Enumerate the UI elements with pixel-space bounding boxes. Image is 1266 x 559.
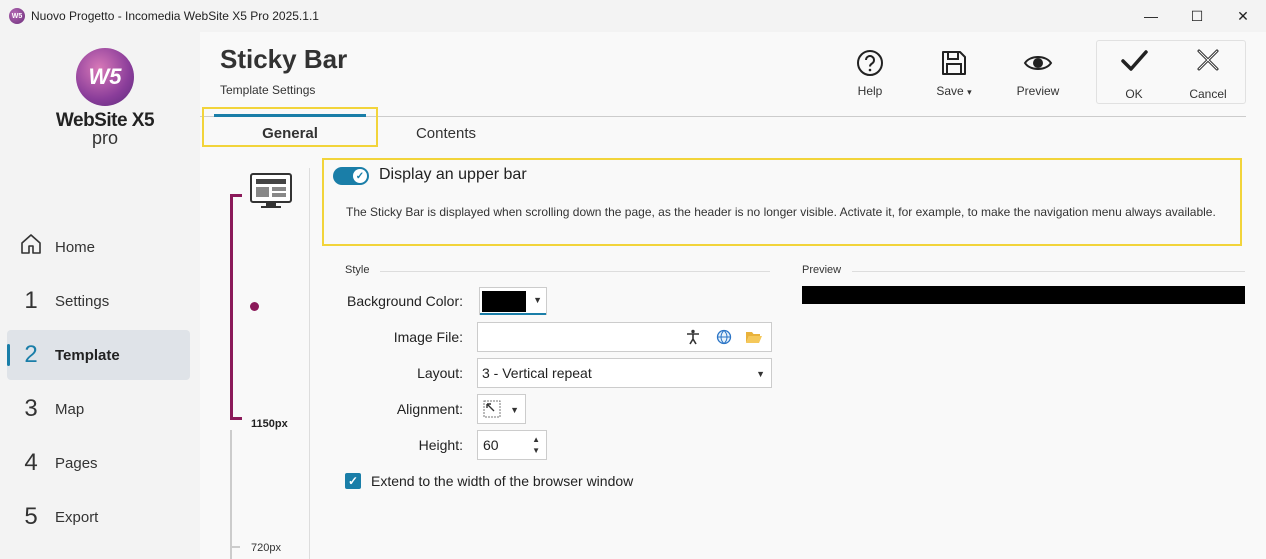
ruler-line (230, 430, 232, 559)
height-value: 60 (483, 437, 499, 453)
maximize-button[interactable]: ☐ (1174, 0, 1220, 32)
save-label: Save (936, 84, 964, 98)
minimize-button[interactable]: — (1128, 0, 1174, 32)
upper-bar-toggle-label: Display an upper bar (379, 166, 527, 183)
section-divider (852, 271, 1245, 272)
height-spinner[interactable]: 60 ▲ ▼ (477, 430, 547, 460)
cancel-button[interactable]: Cancel (1171, 45, 1245, 101)
breakpoint-label-tablet: 720px (251, 542, 281, 554)
ok-label: OK (1125, 87, 1143, 101)
height-label: Height: (418, 437, 463, 453)
chevron-down-icon: ▼ (510, 405, 519, 415)
cancel-label: Cancel (1189, 87, 1227, 101)
accessibility-icon[interactable] (684, 329, 702, 347)
step-number: 1 (24, 287, 38, 314)
save-button[interactable]: Save ▾ (912, 48, 996, 98)
sidebar-item-label: Map (55, 400, 85, 418)
step-number: 5 (24, 503, 38, 530)
background-color-label: Background Color: (347, 293, 463, 309)
page-title: Sticky Bar (220, 44, 348, 74)
sidebar-item-label: Template (55, 346, 120, 364)
tab-label: Contents (415, 125, 477, 142)
background-color-picker[interactable]: ▼ (479, 287, 547, 315)
align-top-left-icon (483, 400, 501, 421)
sidebar-item-template[interactable]: 2 Template (7, 330, 190, 380)
alignment-label: Alignment: (396, 401, 463, 417)
increment-icon[interactable]: ▲ (532, 435, 540, 444)
breakpoint-label-desktop: 1150px (251, 418, 288, 430)
sidebar: W5 WebSite X5 pro Home 1 Settings 2 Temp… (0, 32, 200, 559)
step-navigation: Home 1 Settings 2 Template 3 Map 4 Pages… (7, 222, 190, 546)
preview-section-label: Preview (802, 264, 842, 276)
ok-cancel-group: OK Cancel (1096, 40, 1246, 104)
tab-contents[interactable]: Contents (366, 120, 526, 148)
step-number: 2 (24, 341, 38, 368)
extend-width-checkbox[interactable]: ✓ (345, 473, 361, 489)
breakpoint-ruler: 1150px 720px (220, 168, 310, 559)
chevron-down-icon: ▼ (533, 295, 542, 305)
upper-bar-description: The Sticky Bar is displayed when scrolli… (346, 205, 1216, 219)
ruler-tick (230, 546, 240, 548)
help-label: Help (857, 84, 883, 98)
sidebar-item-export[interactable]: 5 Export (7, 492, 190, 542)
check-icon: ✓ (353, 169, 367, 183)
decrement-icon[interactable]: ▼ (532, 446, 540, 455)
extend-width-label: Extend to the width of the browser windo… (371, 473, 634, 489)
style-section-label: Style (345, 264, 370, 276)
toolbar: Help Save ▾ Preview (828, 48, 1080, 98)
layout-select[interactable]: 3 - Vertical repeat ▼ (477, 358, 772, 388)
help-button[interactable]: Help (828, 48, 912, 98)
sidebar-item-label: Settings (55, 292, 110, 310)
upper-bar-toggle[interactable]: ✓ (333, 167, 369, 185)
window-title: Nuovo Progetto - Incomedia WebSite X5 Pr… (31, 9, 319, 23)
sidebar-item-map[interactable]: 3 Map (7, 384, 190, 434)
breakpoint-handle[interactable] (250, 302, 259, 311)
sidebar-item-label: Pages (55, 454, 98, 472)
layout-label: Layout: (417, 365, 463, 381)
step-number: 4 (24, 449, 38, 476)
app-logo: W5 WebSite X5 pro (50, 48, 160, 148)
logo-mark: W5 (76, 48, 134, 106)
sidebar-item-label: Export (55, 508, 99, 526)
section-divider (380, 271, 770, 272)
check-icon (1121, 50, 1148, 71)
folder-open-icon[interactable] (745, 329, 763, 347)
alignment-select[interactable]: ▼ (477, 394, 526, 424)
breakpoint-range (230, 196, 233, 420)
help-icon (857, 50, 883, 76)
ok-button[interactable]: OK (1097, 45, 1171, 101)
home-icon (7, 232, 55, 263)
image-file-input[interactable] (477, 322, 772, 352)
title-bar: W5 Nuovo Progetto - Incomedia WebSite X5… (0, 0, 1266, 32)
monitor-icon[interactable] (248, 172, 294, 212)
close-window-button[interactable]: ✕ (1220, 0, 1266, 32)
sidebar-item-home[interactable]: Home (7, 222, 190, 272)
sidebar-item-label: Home (55, 238, 96, 256)
eye-icon (1023, 56, 1053, 70)
logo-edition: pro (91, 128, 118, 148)
page-subtitle: Template Settings (220, 83, 316, 97)
focus-underline (480, 313, 546, 315)
chevron-down-icon: ▾ (967, 87, 972, 97)
sidebar-item-settings[interactable]: 1 Settings (7, 276, 190, 326)
color-swatch (482, 291, 526, 312)
preview-button[interactable]: Preview (996, 48, 1080, 98)
image-file-label: Image File: (393, 329, 463, 345)
tab-highlight (202, 107, 378, 147)
save-icon (942, 51, 966, 75)
layout-value: 3 - Vertical repeat (482, 365, 592, 381)
sidebar-item-pages[interactable]: 4 Pages (7, 438, 190, 488)
main-panel: Sticky Bar Template Settings Help Save ▾… (200, 32, 1266, 559)
sticky-bar-preview (802, 286, 1245, 304)
preview-label: Preview (1016, 84, 1060, 98)
close-icon (1197, 49, 1219, 71)
web-globe-icon[interactable] (715, 329, 733, 347)
ruler-tick (230, 417, 242, 420)
chevron-down-icon: ▼ (756, 369, 765, 379)
app-icon: W5 (9, 8, 25, 24)
step-number: 3 (24, 395, 38, 422)
